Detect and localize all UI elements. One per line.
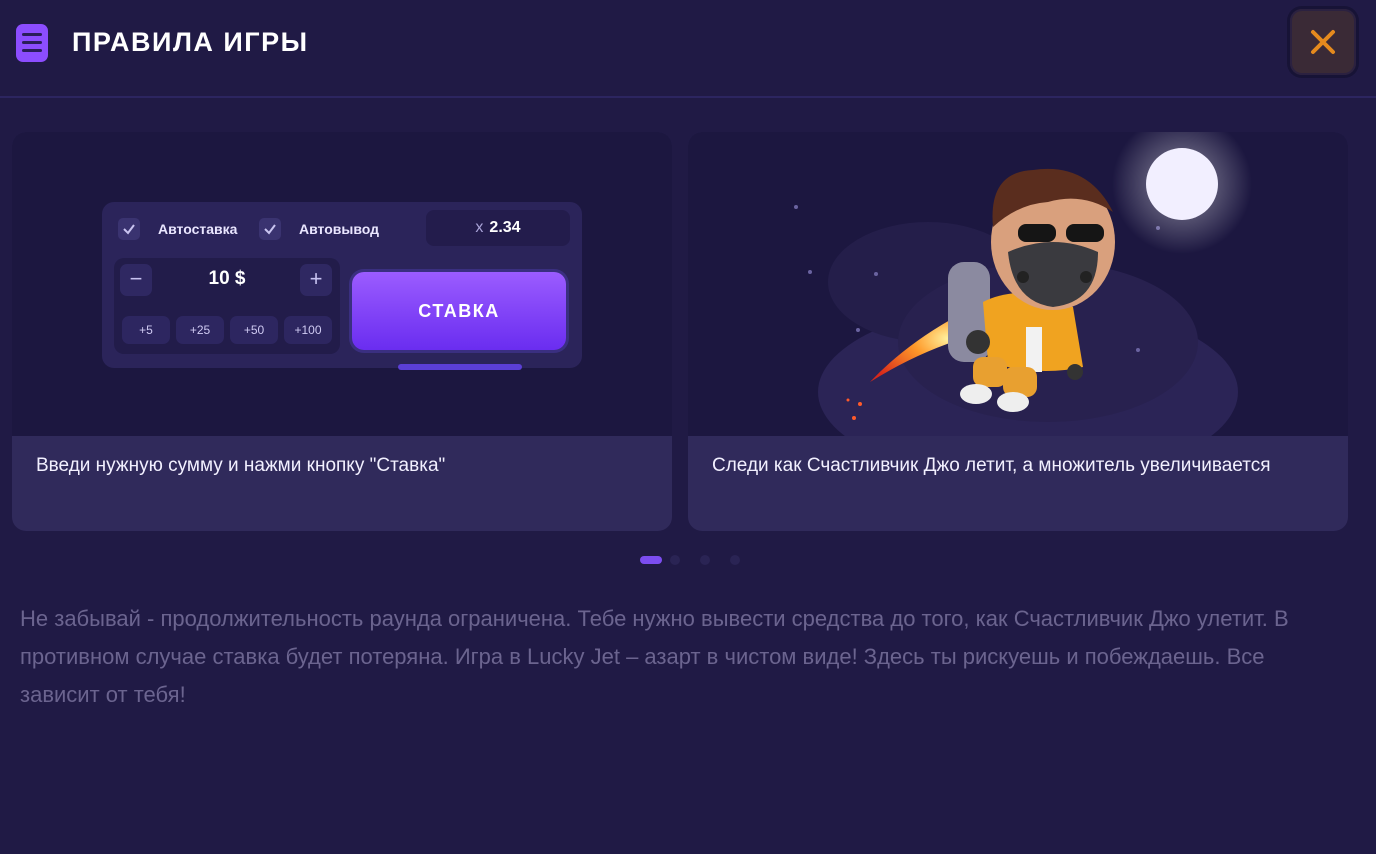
multiplier-value: 2.34 [489,219,521,236]
bet-panel: Автоставка Автовывод x 2.34 − 10 $ + +5 +… [102,202,582,370]
rules-description: Не забывай - продолжительность раунда ог… [20,606,1289,707]
auto-cashout-checkbox[interactable] [259,218,281,240]
minus-button[interactable]: − [120,264,152,296]
card-caption: Введи нужную сумму и нажми кнопку "Ставк… [36,455,446,476]
pagination-dot-active[interactable] [640,556,662,564]
quick-amount-button[interactable]: +50 [230,316,278,344]
header: ПРАВИЛА ИГРЫ [0,0,1376,98]
check-icon [123,224,135,235]
rule-card-flight: Следи как Счастливчик Джо летит, а множи… [688,132,1348,531]
card-caption: Следи как Счастливчик Джо летит, а множи… [712,455,1271,476]
quick-amount-button[interactable]: +5 [122,316,170,344]
jetpack-scene [794,132,1252,482]
bet-panel-illustration: Автоставка Автовывод x 2.34 − 10 $ + +5 +… [12,132,672,436]
close-button[interactable] [1290,9,1356,75]
stake-button-shadow [398,364,522,370]
auto-bet-checkbox[interactable] [118,218,140,240]
quick-amount-button[interactable]: +100 [284,316,332,344]
multiplier-field[interactable]: x 2.34 [426,210,570,246]
check-icon [264,224,276,235]
stake-button[interactable]: СТАВКА [352,272,566,350]
plus-button[interactable]: + [300,264,332,296]
pagination-dot[interactable] [670,555,680,565]
pagination-dot[interactable] [730,555,740,565]
multiplier-prefix: x [475,219,484,236]
amount-stepper: − 10 $ + +5 +25 +50 +100 [114,258,340,354]
menu-icon[interactable] [16,24,48,62]
auto-bet-label: Автоставка [158,221,238,237]
close-icon [1311,30,1335,54]
auto-cashout-label: Автовывод [299,221,379,237]
page-title: ПРАВИЛА ИГРЫ [72,27,309,57]
pagination-dot[interactable] [700,555,710,565]
amount-value[interactable]: 10 $ [154,268,300,290]
quick-amount-button[interactable]: +25 [176,316,224,344]
rule-card-bet: Автоставка Автовывод x 2.34 − 10 $ + +5 +… [12,132,672,531]
jetpack-character-illustration [688,132,1348,482]
